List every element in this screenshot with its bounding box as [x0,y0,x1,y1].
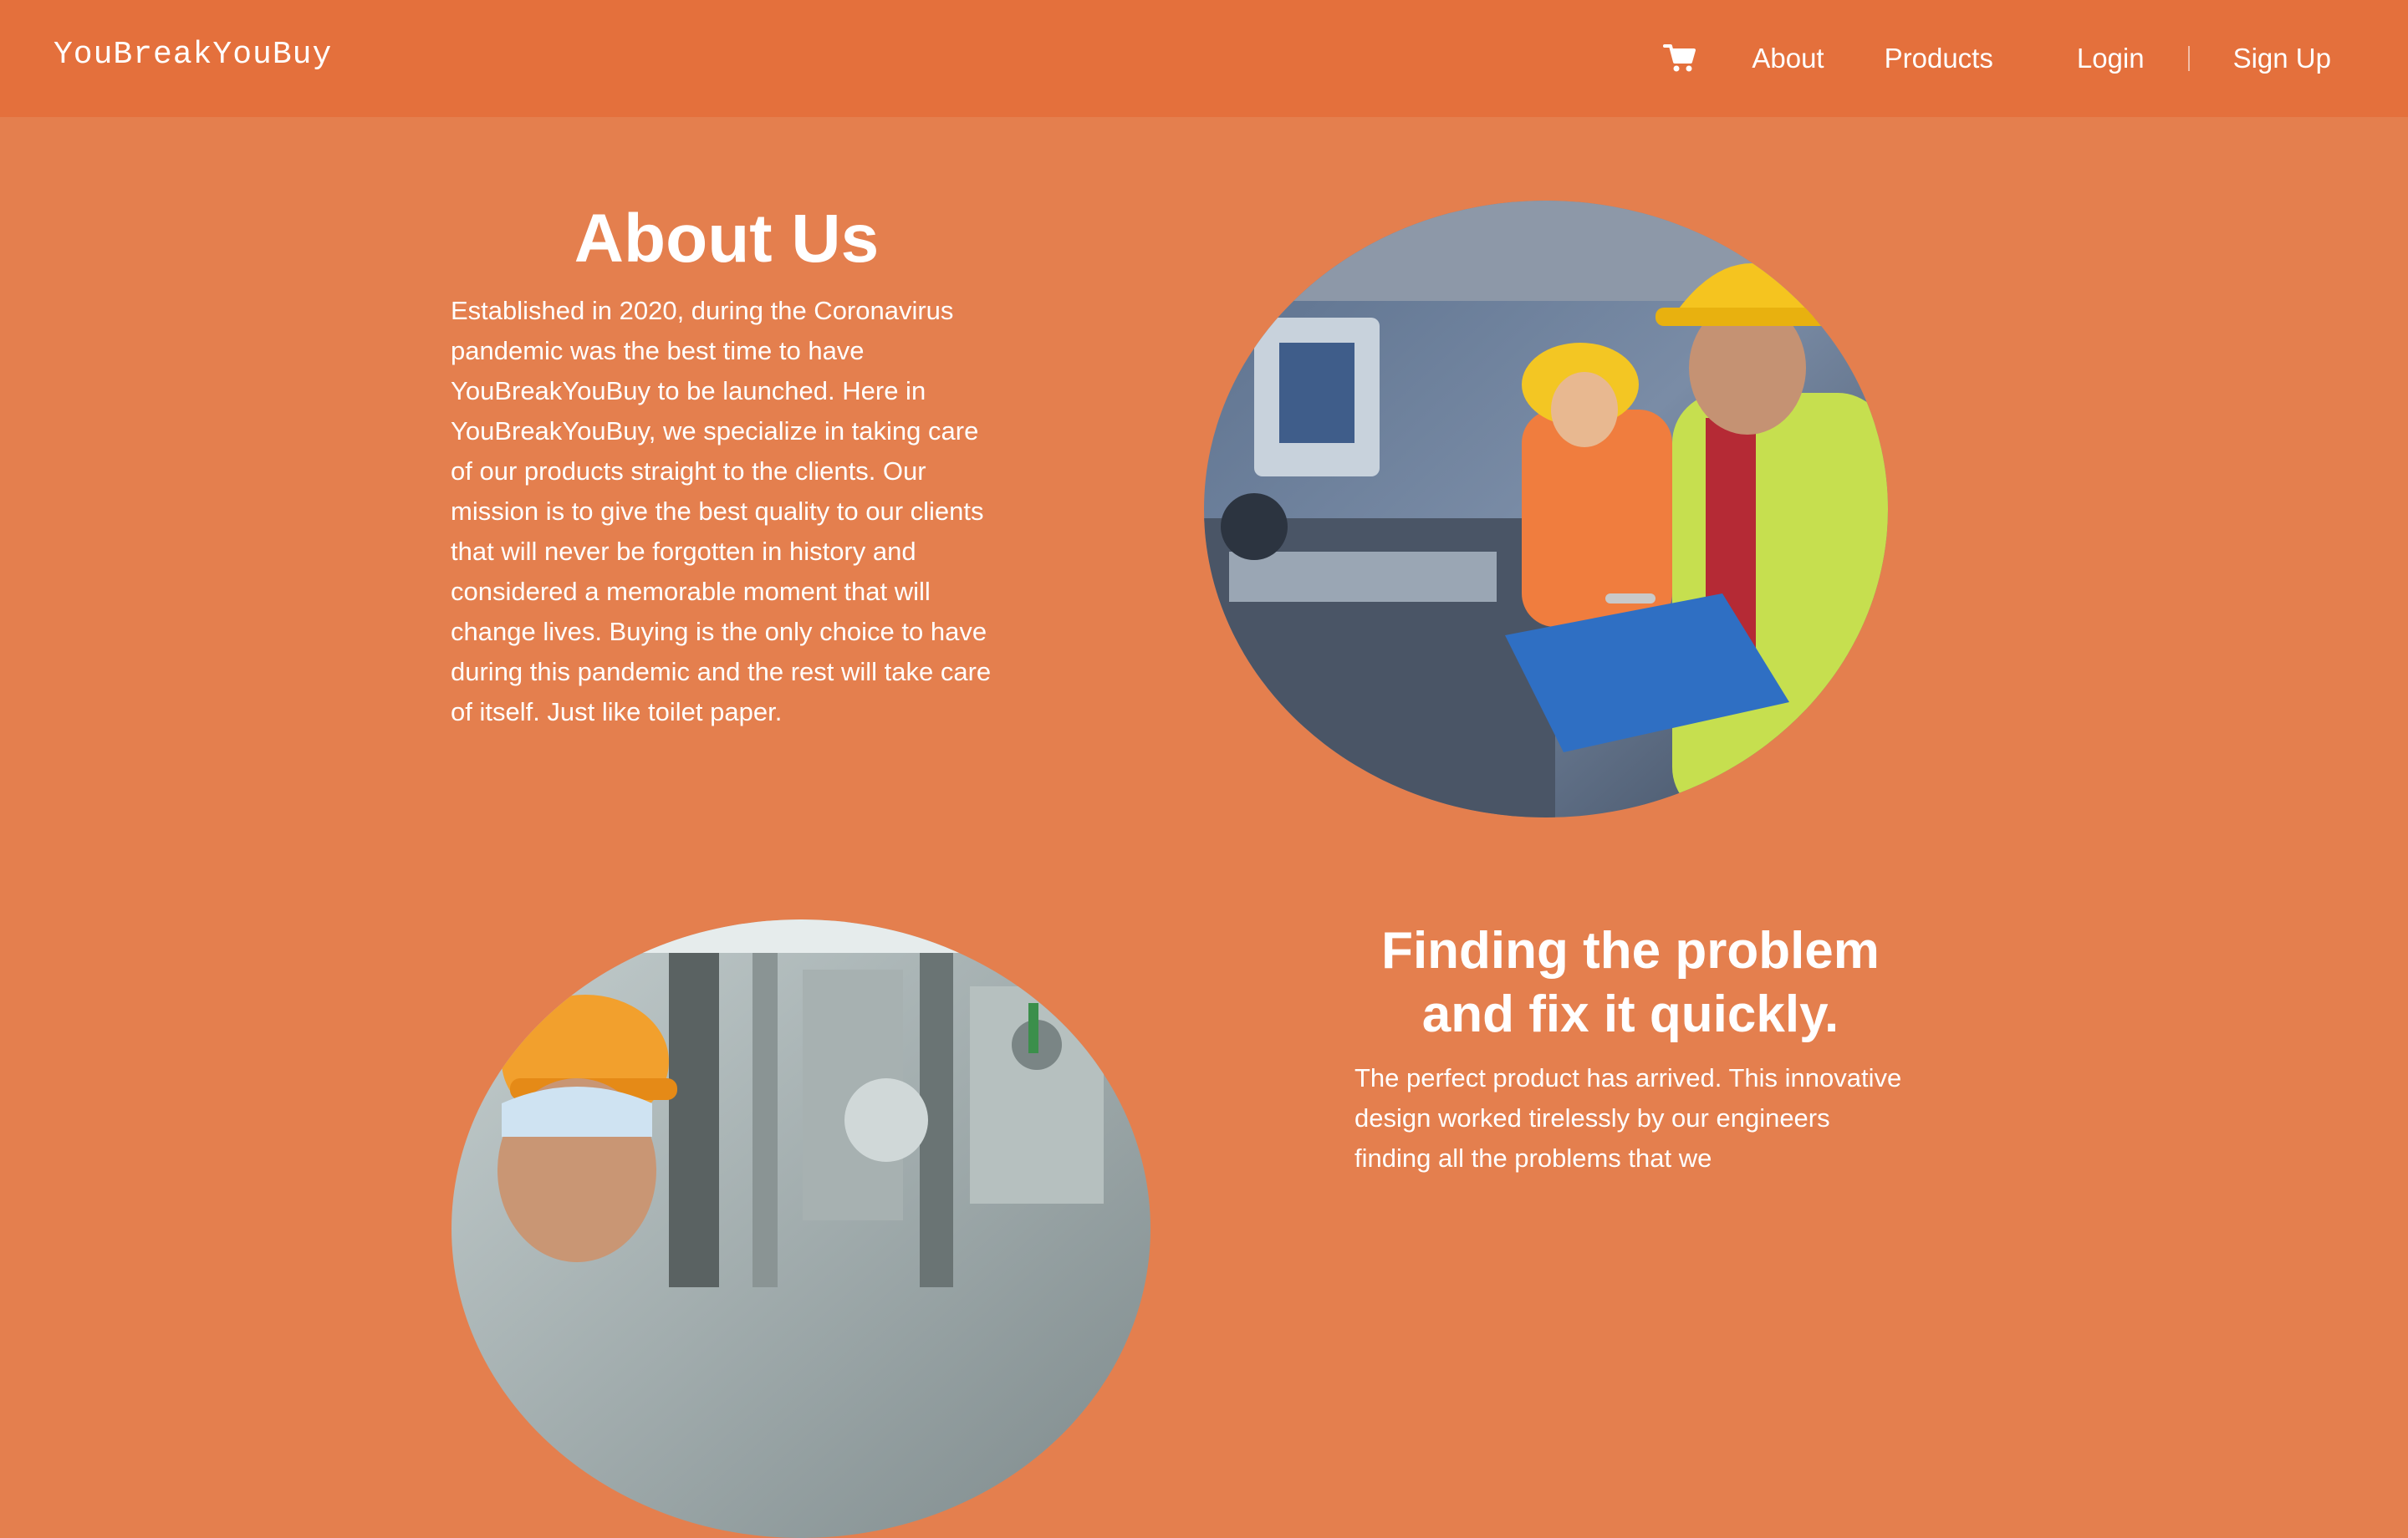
nav-divider [2187,46,2190,71]
about-body: Established in 2020, during the Coronavi… [451,296,992,726]
brand-logo[interactable]: YouBreakYouBuy [54,37,332,73]
nav-link-signup[interactable]: Sign Up [2233,43,2331,74]
navbar: YouBreakYouBuy About Products Login Sign… [0,0,2408,117]
problem-body: The perfect product has arrived. This in… [1354,1063,1902,1173]
shopping-cart-icon[interactable] [1661,40,1698,77]
factory-workers-photo [1204,201,1888,817]
about-section: About Us Established in 2020, during the… [451,197,1002,732]
problem-section: Finding the problem and fix it quickly. … [1354,919,1906,1179]
nav-link-about[interactable]: About [1752,43,1824,74]
problem-title: Finding the problem and fix it quickly. [1381,922,1880,1043]
factory-technician-photo [452,919,1150,1538]
nav-menu: About Products Login Sign Up [1661,0,2331,117]
about-title: About Us [574,201,880,277]
nav-link-login[interactable]: Login [2077,43,2145,74]
nav-link-products[interactable]: Products [1885,43,1993,74]
